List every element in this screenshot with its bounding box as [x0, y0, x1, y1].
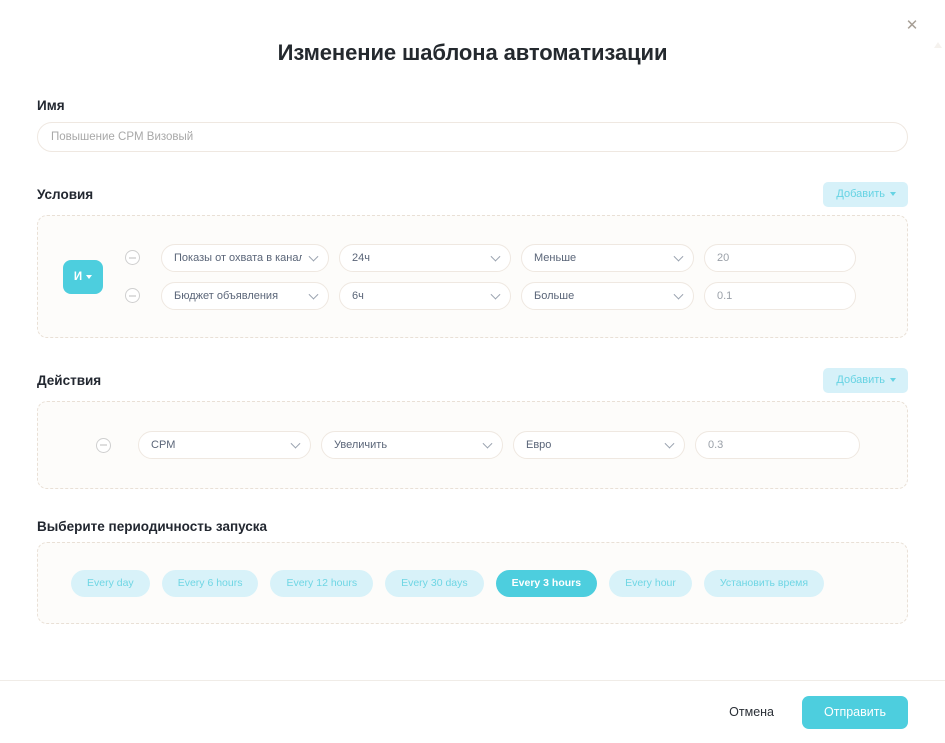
- condition-period-value: 24ч: [352, 251, 370, 264]
- cancel-button[interactable]: Отмена: [725, 699, 778, 725]
- condition-period-value: 6ч: [352, 289, 364, 302]
- condition-row: Показы от охвата в канале 24ч Меньше 20: [125, 243, 889, 272]
- add-condition-label: Добавить: [836, 188, 885, 200]
- action-target-select[interactable]: CPM: [138, 431, 311, 459]
- close-icon[interactable]: ✕: [903, 17, 921, 35]
- schedule-chip-list: Every day Every 6 hours Every 12 hours E…: [56, 569, 889, 597]
- condition-value-placeholder: 0.1: [717, 289, 733, 302]
- schedule-chip-every-6-hours[interactable]: Every 6 hours: [161, 569, 259, 597]
- action-target-value: CPM: [151, 439, 176, 451]
- conditions-panel: И Показы от охвата в канале 24ч Меньше 2…: [37, 215, 908, 338]
- name-label: Имя: [37, 98, 65, 113]
- schedule-chip-every-hour[interactable]: Every hour: [609, 569, 692, 597]
- add-condition-button[interactable]: Добавить: [823, 182, 908, 207]
- condition-rows: Показы от охвата в канале 24ч Меньше 20: [125, 243, 889, 310]
- remove-condition-icon[interactable]: [125, 250, 140, 265]
- schedule-header: Выберите периодичность запуска: [37, 519, 908, 534]
- logic-operator-label: И: [73, 270, 83, 283]
- condition-value-input[interactable]: 20: [704, 243, 856, 272]
- action-operation-select[interactable]: Увеличить: [321, 431, 503, 459]
- schedule-chip-every-30-days[interactable]: Every 30 days: [385, 569, 484, 597]
- action-value-input[interactable]: 0.3: [695, 431, 860, 459]
- modal-body: Имя Условия Добавить И Показы от охвата …: [0, 98, 945, 624]
- condition-metric-select[interactable]: Бюджет объявления: [161, 281, 329, 310]
- chevron-down-icon: [86, 274, 93, 279]
- schedule-label: Выберите периодичность запуска: [37, 519, 268, 534]
- name-input[interactable]: [37, 122, 908, 152]
- scroll-up-indicator-icon[interactable]: [934, 42, 943, 49]
- schedule-chip-every-12-hours[interactable]: Every 12 hours: [270, 569, 374, 597]
- schedule-chip-every-3-hours[interactable]: Every 3 hours: [495, 569, 598, 597]
- add-action-button[interactable]: Добавить: [823, 368, 908, 393]
- action-currency-value: Евро: [526, 439, 552, 451]
- submit-button[interactable]: Отправить: [802, 695, 908, 729]
- condition-row: Бюджет объявления 6ч Больше 0.1: [125, 281, 889, 310]
- schedule-chip-every-day[interactable]: Every day: [71, 569, 150, 597]
- actions-header: Действия Добавить: [37, 368, 908, 393]
- page-title: Изменение шаблона автоматизации: [277, 40, 668, 65]
- condition-operator-select[interactable]: Меньше: [521, 243, 694, 272]
- schedule-panel: Every day Every 6 hours Every 12 hours E…: [37, 542, 908, 624]
- action-currency-select[interactable]: Евро: [513, 431, 685, 459]
- condition-value-input[interactable]: 0.1: [704, 281, 856, 310]
- actions-label: Действия: [37, 373, 102, 388]
- condition-period-select[interactable]: 24ч: [339, 243, 511, 272]
- action-operation-value: Увеличить: [334, 439, 388, 451]
- schedule-chip-set-time[interactable]: Установить время: [703, 569, 825, 597]
- condition-value-placeholder: 20: [717, 251, 730, 264]
- condition-metric-value: Бюджет объявления: [174, 289, 279, 302]
- remove-action-icon[interactable]: [96, 437, 111, 453]
- action-row: CPM Увеличить Евро 0.3: [56, 431, 889, 459]
- chevron-down-icon: [890, 192, 896, 197]
- automation-template-modal: ✕ Изменение шаблона автоматизации Имя Ус…: [0, 0, 945, 743]
- condition-metric-value: Показы от охвата в канале: [174, 251, 302, 264]
- add-action-label: Добавить: [836, 374, 885, 386]
- conditions-label: Условия: [37, 187, 94, 202]
- actions-panel: CPM Увеличить Евро 0.3: [37, 401, 908, 489]
- logic-operator-button[interactable]: И: [63, 259, 103, 294]
- condition-metric-select[interactable]: Показы от охвата в канале: [161, 243, 329, 272]
- action-value-placeholder: 0.3: [708, 439, 724, 451]
- remove-condition-icon[interactable]: [125, 288, 140, 303]
- modal-footer: Отмена Отправить: [0, 680, 945, 743]
- chevron-down-icon: [890, 378, 896, 383]
- condition-operator-value: Больше: [534, 289, 575, 302]
- conditions-header: Условия Добавить: [37, 182, 908, 207]
- condition-operator-value: Меньше: [534, 251, 577, 264]
- condition-period-select[interactable]: 6ч: [339, 281, 511, 310]
- condition-operator-select[interactable]: Больше: [521, 281, 694, 310]
